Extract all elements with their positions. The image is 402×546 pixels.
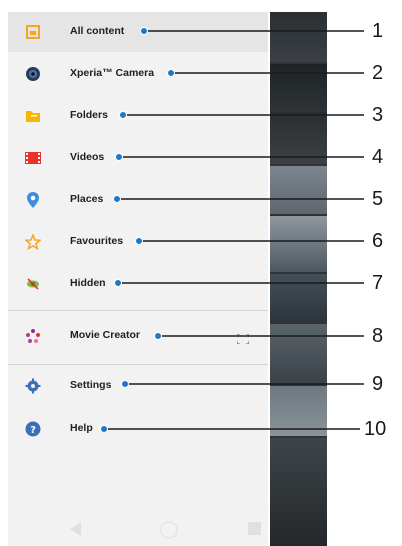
menu-divider <box>8 310 268 311</box>
camera-lens-icon <box>24 65 42 83</box>
menu-item-settings[interactable]: Settings <box>8 366 268 406</box>
menu-item-folders[interactable]: Folders <box>8 96 268 136</box>
menu-item-xperia-camera[interactable]: Xperia™ Camera <box>8 54 268 94</box>
photo-thumbnail[interactable] <box>270 112 327 164</box>
navigation-drawer: All content Xperia™ Camera Folders Video… <box>8 12 268 546</box>
gear-icon <box>24 377 42 395</box>
film-strip-icon <box>24 149 42 167</box>
callout-number: 2 <box>372 62 384 84</box>
callout-number: 1 <box>372 20 384 42</box>
menu-divider <box>8 364 268 365</box>
star-icon <box>24 233 42 251</box>
callout-number: 7 <box>372 272 384 294</box>
menu-label: Videos <box>70 151 105 163</box>
menu-label: Places <box>70 193 104 205</box>
callout-number: 10 <box>364 418 387 440</box>
system-navigation-bar <box>8 512 268 546</box>
photo-grid-strip[interactable] <box>270 12 327 546</box>
menu-item-hidden[interactable]: Hidden <box>8 264 268 304</box>
callout-number: 4 <box>372 146 384 168</box>
photo-thumbnail[interactable] <box>270 324 327 384</box>
photo-thumbnail[interactable] <box>270 438 327 546</box>
photo-thumbnail[interactable] <box>270 386 327 436</box>
callout-number: 8 <box>372 325 384 347</box>
location-pin-icon <box>24 191 42 209</box>
photo-thumbnail[interactable] <box>270 64 327 110</box>
photo-thumbnail[interactable] <box>270 166 327 214</box>
menu-label: Folders <box>70 109 108 121</box>
menu-label: Favourites <box>70 235 124 247</box>
svg-text:?: ? <box>30 425 36 436</box>
menu-label: Settings <box>70 379 112 391</box>
home-button[interactable] <box>160 521 178 539</box>
callout-number: 9 <box>372 373 384 395</box>
menu-label: Xperia™ Camera <box>70 67 155 79</box>
open-external-icon <box>236 331 250 345</box>
image-icon <box>24 23 42 41</box>
photo-thumbnail[interactable] <box>270 274 327 322</box>
movie-creator-icon <box>24 327 42 345</box>
recents-button[interactable] <box>248 522 261 535</box>
menu-label: Hidden <box>70 277 106 289</box>
menu-item-movie-creator[interactable]: Movie Creator <box>8 316 268 356</box>
photo-thumbnail[interactable] <box>270 12 327 62</box>
phone-screen: All content Xperia™ Camera Folders Video… <box>8 12 327 546</box>
callout-number: 3 <box>372 104 384 126</box>
photo-thumbnail[interactable] <box>270 216 327 272</box>
back-button[interactable] <box>70 522 81 536</box>
menu-item-favourites[interactable]: Favourites <box>8 222 268 262</box>
help-icon: ? <box>24 420 42 438</box>
menu-item-all-content[interactable]: All content <box>8 12 268 52</box>
menu-item-places[interactable]: Places <box>8 180 268 220</box>
menu-label: All content <box>70 25 125 37</box>
callout-number: 5 <box>372 188 384 210</box>
menu-item-help[interactable]: ? Help <box>8 409 268 449</box>
menu-label: Movie Creator <box>70 329 141 341</box>
menu-item-videos[interactable]: Videos <box>8 138 268 178</box>
callout-number: 6 <box>372 230 384 252</box>
folder-icon <box>24 107 42 125</box>
menu-label: Help <box>70 422 93 434</box>
hidden-eye-icon <box>24 275 42 293</box>
